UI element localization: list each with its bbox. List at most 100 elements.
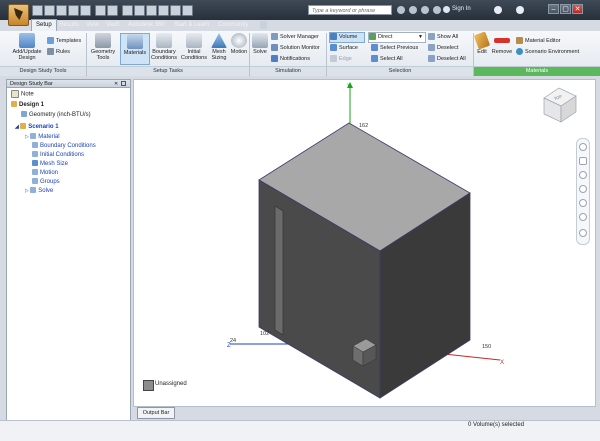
tree-item-material[interactable]: ▷ Material <box>25 133 60 141</box>
application-menu-button[interactable] <box>8 4 29 26</box>
folder-icon[interactable] <box>170 5 181 16</box>
remove-label: Remove <box>491 49 513 55</box>
subscription-icon[interactable] <box>409 6 417 14</box>
folder-icon[interactable] <box>158 5 169 16</box>
binoculars-icon[interactable] <box>397 6 405 14</box>
save-icon[interactable] <box>56 5 67 16</box>
geometry-tools-icon <box>95 33 111 48</box>
new-file-icon[interactable] <box>32 5 43 16</box>
slot-feature[interactable] <box>274 205 284 336</box>
rules-icon <box>47 48 54 56</box>
edit-material-button[interactable]: Edit <box>473 31 491 55</box>
tab-results[interactable]: Results <box>55 20 83 31</box>
tree-scenario[interactable]: ◢ Scenario 1 <box>15 123 59 131</box>
zoom-extents-icon[interactable] <box>579 213 587 221</box>
tab-community[interactable]: Community <box>214 20 252 31</box>
maximize-button[interactable]: ▢ <box>560 4 571 14</box>
search-input[interactable]: Type a keyword or phrase <box>308 5 392 15</box>
volume-select-button[interactable]: Volume <box>329 32 365 43</box>
pin-icon[interactable] <box>121 81 126 86</box>
zoom-icon[interactable] <box>579 171 587 179</box>
templates-button[interactable]: Templates <box>47 37 81 46</box>
ribbon-options-icon[interactable] <box>260 21 267 29</box>
tab-view[interactable]: View <box>82 20 103 31</box>
motion-button[interactable]: Motion <box>229 33 249 55</box>
surface-label: Surface <box>339 45 358 51</box>
solve-button[interactable]: Solve <box>251 33 269 55</box>
show-all-label: Show All <box>437 34 459 40</box>
select-all-button[interactable]: Select All <box>371 55 403 64</box>
close-button[interactable]: ✕ <box>572 4 583 14</box>
tree-design[interactable]: Design 1 <box>11 101 44 109</box>
surface-icon <box>330 44 337 52</box>
materials-button[interactable]: Materials <box>120 33 150 65</box>
open-file-icon[interactable] <box>44 5 55 16</box>
select-previous-button[interactable]: Select Previous <box>371 44 418 53</box>
undo-icon[interactable] <box>95 5 106 16</box>
close-panel-icon[interactable]: ✕ <box>114 81 118 87</box>
tree-item-groups[interactable]: Groups <box>32 178 60 186</box>
tab-autodesk-360[interactable]: Autodesk 360 <box>124 20 169 31</box>
redo-icon[interactable] <box>107 5 118 16</box>
tree-item-solve[interactable]: ▷ Solve <box>25 187 53 195</box>
folder-icon[interactable] <box>146 5 157 16</box>
surface-select-button[interactable]: Surface <box>330 44 358 53</box>
model-view[interactable]: Y X Z 162 150 102 24 TOP <box>134 80 595 406</box>
tree-item-motion[interactable]: Motion <box>32 169 58 177</box>
tree-item-mesh-size[interactable]: Mesh Size <box>32 160 68 168</box>
selection-panel-title[interactable]: Selection <box>327 66 473 76</box>
solve-icon <box>30 187 37 194</box>
user-icon[interactable] <box>443 6 450 13</box>
nav-options-icon[interactable] <box>579 229 587 237</box>
tree-note[interactable]: Note <box>11 90 34 99</box>
rules-button[interactable]: Rules <box>47 48 70 57</box>
communication-icon[interactable] <box>421 6 429 14</box>
folder-icon[interactable] <box>134 5 145 16</box>
tree-item-initial-conditions[interactable]: Initial Conditions <box>32 151 84 159</box>
boundary-conditions-button[interactable]: Boundary Conditions <box>149 33 179 61</box>
initial-conditions-button[interactable]: Initial Conditions <box>180 33 208 61</box>
geometry-tools-button[interactable]: Geometry Tools <box>88 33 118 61</box>
orbit-icon[interactable] <box>579 185 587 193</box>
boundary-conditions-label: Boundary Conditions <box>151 49 177 61</box>
folder-icon[interactable] <box>122 5 133 16</box>
output-bar-button[interactable]: Output Bar <box>137 407 175 419</box>
exchange-icon[interactable] <box>494 6 502 14</box>
initial-conditions-icon <box>32 151 38 158</box>
mesh-sizing-button[interactable]: Mesh Sizing <box>208 33 230 61</box>
tab-start-learn[interactable]: Start & Learn <box>170 20 213 31</box>
sign-in-link[interactable]: Sign In <box>452 6 471 12</box>
solver-manager-button[interactable]: Solver Manager <box>271 33 319 42</box>
graphics-viewport[interactable]: Y X Z 162 150 102 24 TOP <box>133 79 596 407</box>
look-at-icon[interactable] <box>579 199 587 207</box>
steering-wheel-icon[interactable] <box>579 143 587 151</box>
pan-icon[interactable] <box>579 157 587 165</box>
favorites-icon[interactable] <box>433 6 441 14</box>
simulation-panel-title[interactable]: Simulation <box>250 66 326 76</box>
material-editor-button[interactable]: Material Editor <box>516 37 560 46</box>
geometry-tools-label: Geometry Tools <box>90 49 116 61</box>
solution-monitor-button[interactable]: Solution Monitor <box>271 44 320 53</box>
design-study-tools-panel-title[interactable]: Design Study Tools <box>0 66 86 76</box>
deselect-all-button[interactable]: Deselect All <box>428 55 466 64</box>
design-study-bar: Design Study Bar ✕ Note Design 1 Geometr… <box>6 79 131 422</box>
remove-material-button[interactable]: Remove <box>491 33 513 55</box>
groups-icon <box>32 178 38 185</box>
print-icon[interactable] <box>80 5 91 16</box>
deselect-button[interactable]: Deselect <box>428 44 458 53</box>
help-icon[interactable] <box>516 6 524 14</box>
tab-vault[interactable]: Vault <box>102 20 123 31</box>
minimize-button[interactable]: – <box>548 4 559 14</box>
show-all-button[interactable]: Show All <box>428 33 458 42</box>
selection-mode-dropdown[interactable]: Direct ▼ <box>368 32 426 43</box>
dimension-right: 150 <box>482 344 491 350</box>
add-update-design-button[interactable]: Add/Update Design <box>9 33 45 61</box>
notifications-button[interactable]: Notifications <box>271 55 310 64</box>
tree-item-boundary-conditions[interactable]: Boundary Conditions <box>32 142 96 150</box>
save-as-icon[interactable] <box>68 5 79 16</box>
edge-select-button[interactable]: Edge <box>330 55 352 64</box>
scenario-environment-button[interactable]: Scenario Environment <box>516 48 579 57</box>
tree-geometry[interactable]: Geometry (inch-BTU/s) <box>21 111 91 119</box>
navigation-bar[interactable] <box>576 138 590 245</box>
folder-icon[interactable] <box>182 5 193 16</box>
